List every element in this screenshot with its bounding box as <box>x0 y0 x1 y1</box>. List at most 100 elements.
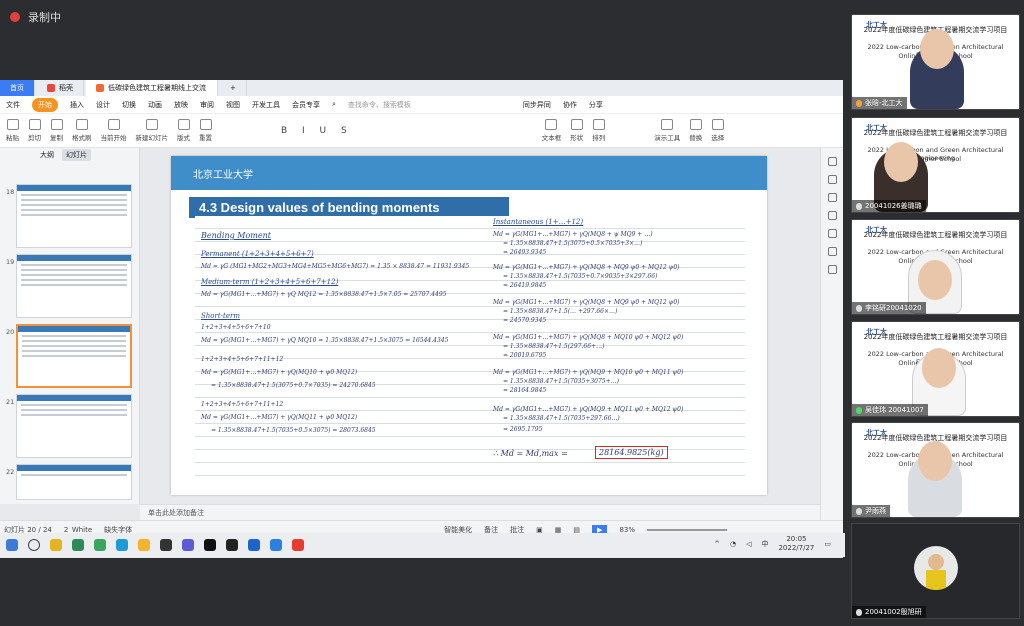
menu-design[interactable]: 设计 <box>96 100 110 110</box>
clock-time: 20:05 <box>786 535 807 543</box>
slide-thumb-selected[interactable]: 20 <box>4 324 136 390</box>
menu-view[interactable]: 视图 <box>226 100 240 110</box>
settings-icon[interactable] <box>827 157 837 166</box>
menu-file[interactable]: 文件 <box>6 100 20 110</box>
slide-number: 21 <box>6 398 15 406</box>
clock[interactable]: 20:05 2022/7/27 <box>778 535 814 553</box>
docer-icon <box>47 84 55 92</box>
notes-field[interactable]: 单击此处添加备注 <box>140 504 820 520</box>
thumb-image <box>16 184 132 248</box>
ribbon-label: 复制 <box>50 134 63 142</box>
tab-slides[interactable]: 幻灯片 <box>62 149 91 161</box>
meeting-icon[interactable] <box>270 539 282 551</box>
menu-developer[interactable]: 开发工具 <box>252 100 280 110</box>
layout-icon[interactable] <box>827 193 837 202</box>
participant-face <box>920 29 954 69</box>
chrome-icon[interactable] <box>50 539 62 551</box>
transition-icon[interactable] <box>827 211 837 220</box>
participant-video[interactable]: 北工大 2022年度低碳绿色建筑工程暑期交流学习项目 2022 Low-carb… <box>851 117 1020 213</box>
new-slide-button[interactable]: 新建幻灯片 <box>136 119 168 142</box>
slide[interactable]: 北京工业大学 4.3 Design values of bending mome… <box>171 156 767 495</box>
participant-video-off[interactable]: 20041002殷旭研 <box>851 523 1020 619</box>
app-icon[interactable] <box>226 539 238 551</box>
play-current-button[interactable]: 当前开始 <box>101 119 127 142</box>
participant-video[interactable]: 北工大 2022年度低碳绿色建筑工程暑期交流学习项目 2022 Low-carb… <box>851 422 1020 518</box>
recording-indicator[interactable]: 录制中 <box>0 0 845 34</box>
wps-presentation-window: 首页 稻壳 低碳绿色建筑工程暑期线上交流 + 文件 开始 插入 设计 切换 动画… <box>0 80 843 558</box>
share-button[interactable]: 分享 <box>589 100 603 110</box>
select-button[interactable]: 选择 <box>711 119 724 142</box>
participant-video[interactable]: 北工大 2022年度低碳绿色建筑工程暑期交流学习项目 2022 Low-carb… <box>851 321 1020 417</box>
wps-icon[interactable] <box>292 539 304 551</box>
format-painter-button[interactable]: 格式刷 <box>72 119 92 142</box>
thumb-image <box>16 324 132 388</box>
arrange-button[interactable]: 排列 <box>592 119 605 142</box>
new-tab-button[interactable]: + <box>220 80 247 96</box>
avatar <box>914 546 958 590</box>
app-icon[interactable] <box>94 539 106 551</box>
ribbon-toolbar: 粘贴 剪切 复制 格式刷 当前开始 新建幻灯片 版式 重置 B I U S 文本… <box>0 114 843 148</box>
app-icon[interactable] <box>182 539 194 551</box>
chevron-up-icon[interactable]: ^ <box>714 540 720 548</box>
reset-button[interactable]: 重置 <box>199 119 212 142</box>
participant-name: 吴佳玮 20041007 <box>865 406 924 414</box>
slide-number: 22 <box>6 468 15 476</box>
sync-button[interactable]: 同步异同 <box>523 100 551 110</box>
volume-icon[interactable]: ◁ <box>746 540 751 548</box>
replace-button[interactable]: 替换 <box>689 119 702 142</box>
bold-italic-group[interactable]: B I U S <box>281 126 353 136</box>
search-icon[interactable] <box>28 539 40 551</box>
layout-button[interactable]: 版式 <box>177 119 190 142</box>
edge-icon[interactable] <box>116 539 128 551</box>
tab-outline[interactable]: 大纲 <box>40 150 54 160</box>
qq-icon[interactable] <box>204 539 216 551</box>
handwritten-line: Md = γG(MG1+…+MG7) + γQ(MQ9 + MQ10 ψ0 + … <box>493 369 684 376</box>
slide-thumb[interactable]: 21 <box>4 394 136 460</box>
tab-document[interactable]: 低碳绿色建筑工程暑期线上交流 <box>86 80 218 96</box>
menu-animation[interactable]: 动画 <box>148 100 162 110</box>
menu-review[interactable]: 审阅 <box>200 100 214 110</box>
paste-button[interactable]: 粘贴 <box>6 119 19 142</box>
folder-icon[interactable] <box>138 539 150 551</box>
tab-docer[interactable]: 稻壳 <box>37 80 84 96</box>
collab-button[interactable]: 协作 <box>563 100 577 110</box>
record-icon[interactable] <box>827 265 837 274</box>
menu-member[interactable]: 会员专享 <box>292 100 320 110</box>
notification-icon[interactable]: ▭ <box>824 540 831 548</box>
animation-icon[interactable] <box>827 175 837 184</box>
handwritten-line: Md = γG (MG1+MG2+MG3+MG4+MG5+MG6+MG7) = … <box>201 263 470 270</box>
shape-button[interactable]: 形状 <box>570 119 583 142</box>
menu-transition[interactable]: 切换 <box>122 100 136 110</box>
app-icon[interactable] <box>248 539 260 551</box>
handwritten-subheading: Short-term <box>201 312 240 320</box>
network-icon[interactable]: ◔ <box>730 540 736 548</box>
participant-name-tag: 吴佳玮 20041007 <box>852 404 928 416</box>
brush-icon <box>75 119 88 130</box>
textbox-button[interactable]: 文本框 <box>542 119 561 142</box>
participant-video[interactable]: 北工大 2022年度低碳绿色建筑工程暑期交流学习项目 2022 Low-carb… <box>851 14 1020 110</box>
image-icon[interactable] <box>827 247 837 256</box>
tab-home[interactable]: 首页 <box>0 80 35 96</box>
participant-video[interactable]: 北工大 2022年度低碳绿色建筑工程暑期交流学习项目 2022 Low-carb… <box>851 219 1020 315</box>
menu-insert[interactable]: 插入 <box>70 100 84 110</box>
arrange-icon <box>592 119 605 130</box>
slide-thumb[interactable]: 22 <box>4 464 136 500</box>
menu-slideshow[interactable]: 放映 <box>174 100 188 110</box>
presenter-tools-button[interactable]: 演示工具 <box>654 119 680 142</box>
cursor-icon <box>711 119 724 130</box>
copy-button[interactable]: 复制 <box>50 119 63 142</box>
search-input[interactable]: 查找命令、搜索模板 <box>348 100 411 110</box>
participant-name-tag: 张晗-北工大 <box>852 97 907 109</box>
mail-icon[interactable] <box>72 539 84 551</box>
menu-home[interactable]: 开始 <box>32 97 58 112</box>
ribbon-label: 格式刷 <box>72 134 92 142</box>
zoom-slider[interactable] <box>647 528 727 531</box>
cut-button[interactable]: 剪切 <box>28 119 41 142</box>
slide-thumb[interactable]: 18 <box>4 184 136 250</box>
system-tray: ^ ◔ ◁ 中 20:05 2022/7/27 ▭ <box>714 535 831 553</box>
slide-thumb[interactable]: 19 <box>4 254 136 320</box>
ime-indicator[interactable]: 中 <box>761 539 768 549</box>
help-icon[interactable] <box>827 229 837 238</box>
app-icon[interactable] <box>160 539 172 551</box>
windows-start-icon[interactable] <box>6 539 18 551</box>
